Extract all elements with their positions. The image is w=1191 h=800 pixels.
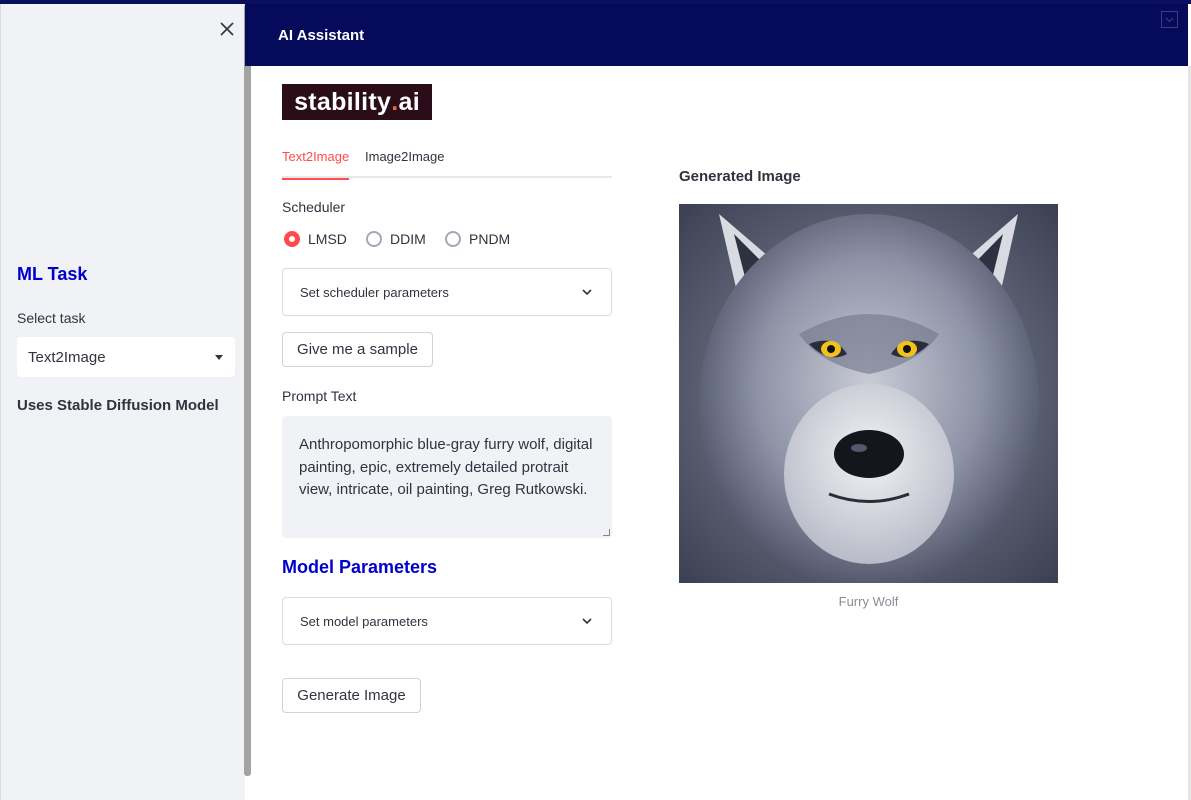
model-note: Uses Stable Diffusion Model [17, 397, 219, 414]
radio-label: DDIM [390, 231, 426, 247]
logo-dot: . [391, 87, 399, 116]
prompt-label: Prompt Text [282, 388, 357, 404]
generated-image-label: Generated Image [679, 168, 801, 185]
radio-selected-icon [284, 231, 300, 247]
chevron-down-icon [1165, 17, 1174, 23]
task-select-value: Text2Image [28, 348, 106, 366]
logo-text: stability [294, 87, 392, 116]
radio-unselected-icon [445, 231, 461, 247]
prompt-text: Anthropomorphic blue-gray furry wolf, di… [299, 436, 593, 498]
scheduler-label: Scheduler [282, 199, 346, 215]
radio-unselected-icon [366, 231, 382, 247]
tab-image2image[interactable]: Image2Image [365, 149, 445, 174]
model-params-expander[interactable]: Set model parameters [282, 597, 612, 645]
radio-label: LMSD [308, 231, 347, 247]
caret-down-icon [215, 355, 223, 360]
expander-label: Set model parameters [300, 613, 428, 629]
app-header: AI Assistant [245, 4, 1188, 66]
radio-ddim[interactable]: DDIM [366, 231, 426, 247]
radio-pndm[interactable]: PNDM [445, 231, 510, 247]
wolf-image [679, 204, 1058, 583]
chevron-down-icon [582, 289, 592, 296]
model-params-heading: Model Parameters [282, 557, 438, 577]
close-icon [220, 22, 234, 36]
select-task-label: Select task [17, 310, 86, 326]
generated-image [679, 204, 1058, 583]
tab-text2image[interactable]: Text2Image [282, 149, 350, 180]
chevron-down-icon [582, 618, 592, 625]
radio-lmsd[interactable]: LMSD [284, 231, 347, 247]
scheduler-params-expander[interactable]: Set scheduler parameters [282, 268, 612, 316]
header-menu-button[interactable] [1161, 11, 1178, 28]
stability-logo: stability. ai [282, 84, 432, 120]
sidebar-section-title: ML Task [17, 264, 88, 284]
task-select[interactable]: Text2Image [17, 337, 235, 377]
generate-image-button[interactable]: Generate Image [282, 678, 421, 713]
radio-label: PNDM [469, 231, 511, 247]
sidebar-scrollbar[interactable] [244, 4, 251, 776]
close-sidebar-button[interactable] [218, 20, 236, 38]
sample-button[interactable]: Give me a sample [282, 332, 433, 367]
app-title: AI Assistant [278, 27, 365, 44]
resize-grip-icon[interactable] [603, 529, 610, 536]
tab-bar: Text2Image Image2Image [282, 146, 612, 180]
image-caption: Furry Wolf [838, 594, 899, 609]
expander-label: Set scheduler parameters [300, 284, 449, 300]
logo-suffix: ai [398, 87, 420, 116]
prompt-textarea[interactable]: Anthropomorphic blue-gray furry wolf, di… [282, 416, 612, 538]
